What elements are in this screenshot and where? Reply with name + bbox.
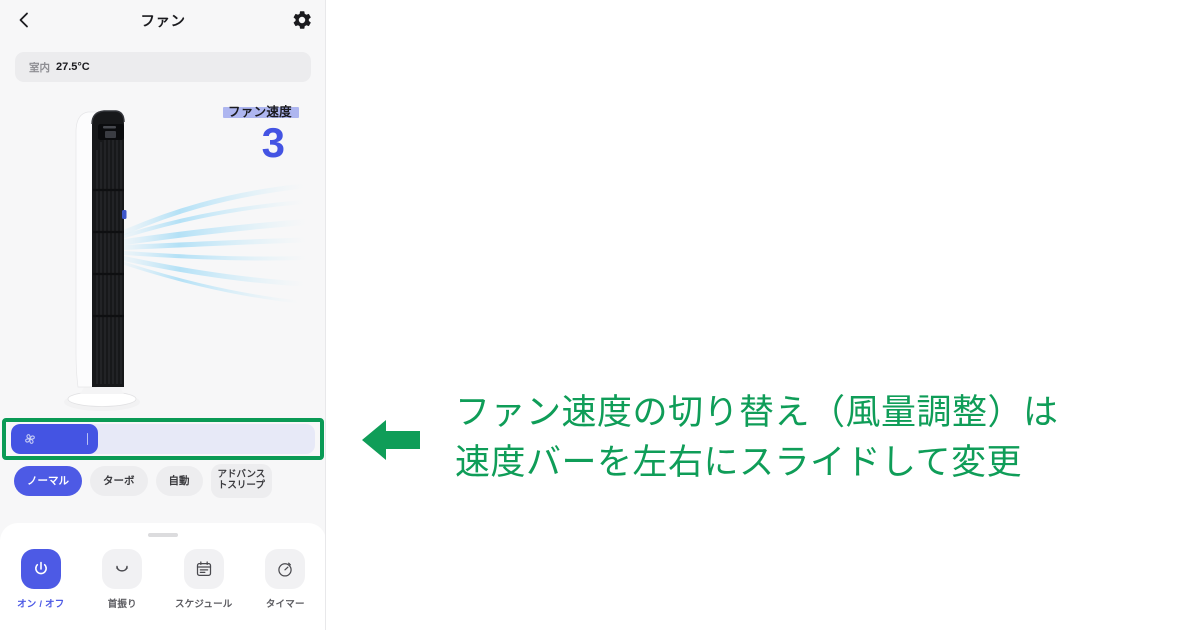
slider-fill[interactable] — [11, 424, 98, 454]
phone-screenshot-panel: ファン 室内 27.5°C ファン速度 3 ノーマル ターボ 自動 アドバンス … — [0, 0, 326, 630]
tab-label: 首振り — [107, 599, 137, 610]
mode-label-line2: トスリープ — [217, 480, 265, 491]
page-title: ファン — [140, 14, 186, 30]
mode-label: ノーマル — [27, 474, 69, 487]
power-icon — [20, 549, 61, 589]
mode-pill-advanced-sleep[interactable]: アドバンス トスリープ — [210, 464, 273, 498]
mode-pill-auto[interactable]: 自動 — [155, 466, 203, 496]
mode-pill-turbo[interactable]: ターボ — [90, 466, 148, 496]
calendar-icon — [183, 549, 224, 589]
temperature-value: 27.5°C — [56, 61, 90, 73]
annotation-line-1: ファン速度の切り替え（風量調整）は — [455, 393, 1059, 432]
action-tab-row: オン / オフ 首振り スケジュール タイマー — [0, 549, 325, 610]
screenshot-canvas: ファン 室内 27.5°C ファン速度 3 ノーマル ターボ 自動 アドバンス … — [0, 0, 1200, 630]
fan-speed-slider[interactable] — [11, 424, 315, 454]
timer-icon — [265, 549, 306, 589]
annotation-text: ファン速度の切り替え（風量調整）は 速度バーを左右にスライドして変更 — [455, 388, 1185, 487]
fan-blades-icon — [25, 434, 35, 444]
fan-speed-value: 3 — [261, 119, 285, 166]
tower-fan-image — [64, 110, 140, 411]
arrow-left-icon — [362, 420, 420, 460]
fan-speed-label-wrap: ファン速度 — [222, 101, 300, 120]
tab-timer[interactable]: タイマー — [249, 549, 321, 610]
tab-power[interactable]: オン / オフ — [5, 549, 77, 610]
slider-grip-handle[interactable] — [86, 433, 88, 445]
indoor-temperature-badge: 室内 27.5°C — [15, 52, 311, 82]
bottom-action-sheet: オン / オフ 首振り スケジュール タイマー — [0, 523, 325, 630]
mode-label: ターボ — [103, 474, 135, 487]
tab-label: タイマー — [265, 599, 305, 610]
gear-icon[interactable] — [291, 9, 313, 31]
fan-mode-row: ノーマル ターボ 自動 アドバンス トスリープ — [14, 464, 314, 498]
mode-pill-normal[interactable]: ノーマル — [14, 466, 82, 496]
sheet-grab-handle[interactable] — [148, 533, 178, 537]
tab-label: スケジュール — [174, 599, 233, 610]
tab-schedule[interactable]: スケジュール — [168, 549, 240, 610]
oscillate-icon — [102, 549, 143, 589]
temperature-label: 室内 — [29, 61, 50, 74]
tab-oscillate[interactable]: 首振り — [86, 549, 158, 610]
nav-bar: ファン — [0, 0, 325, 42]
annotation-line-2: 速度バーを左右にスライドして変更 — [455, 442, 1022, 482]
fan-speed-label: ファン速度 — [227, 105, 292, 119]
mode-label: 自動 — [168, 474, 190, 487]
tab-label: オン / オフ — [17, 599, 65, 610]
